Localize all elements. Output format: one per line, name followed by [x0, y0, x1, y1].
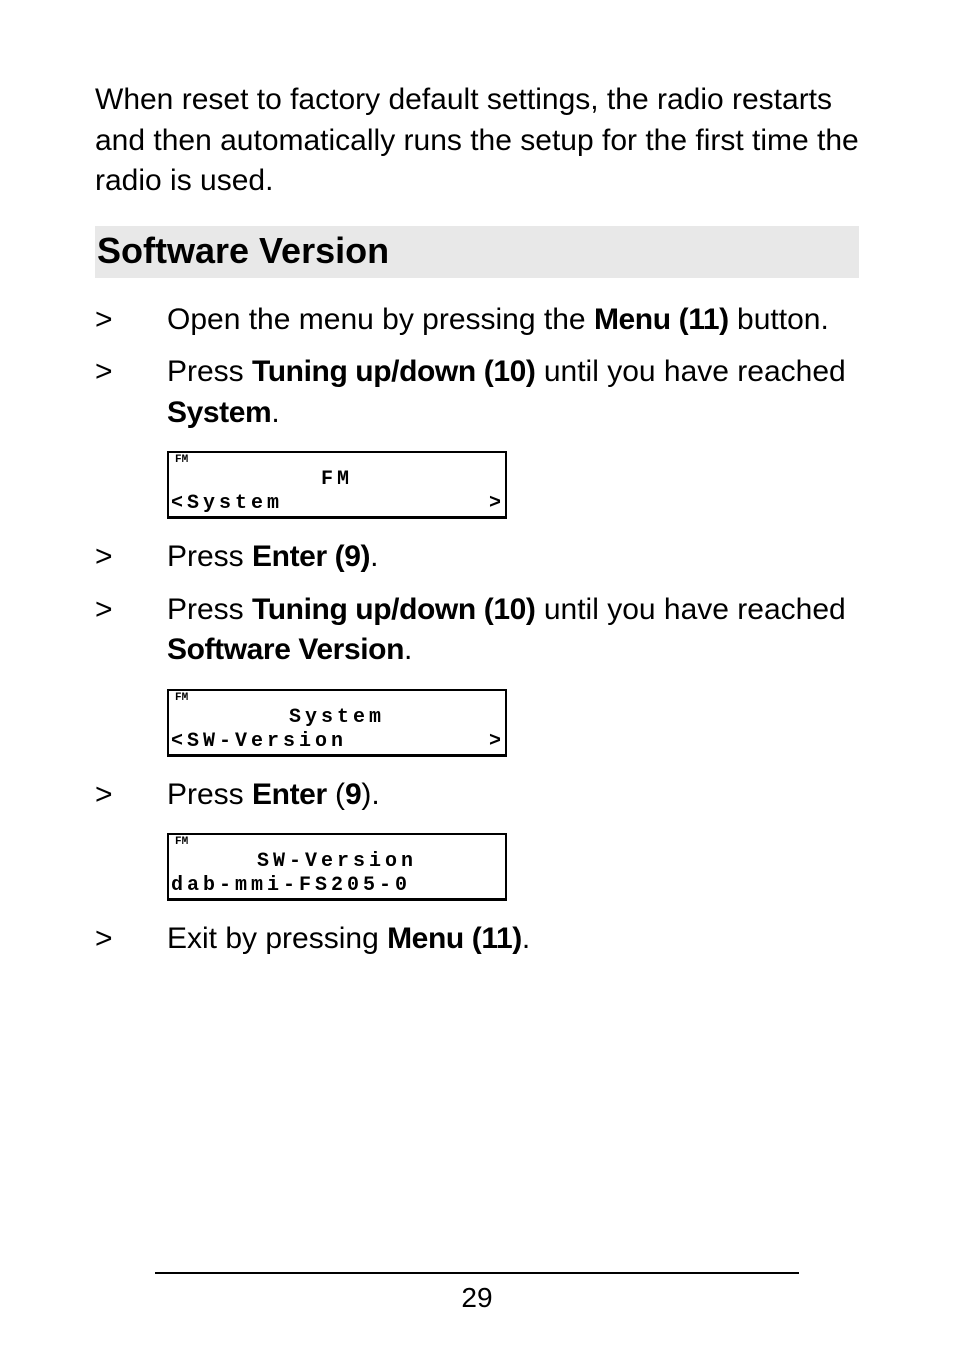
step-press-enter-2: > Press Enter (9). [95, 775, 859, 816]
text: Open the menu by pressing the [167, 303, 594, 336]
text: . [404, 633, 412, 666]
step-marker: > [95, 300, 167, 341]
tuning-button-ref: Tuning up/down (10) [252, 355, 535, 388]
step-tuning-sw-version: > Press Tuning up/down (10) until you ha… [95, 590, 859, 671]
text: . [271, 396, 279, 429]
lcd-display-3: FM SW-Version dab-mmi-FS205-0 [95, 833, 859, 901]
lcd-bottom-right: > [489, 730, 501, 754]
lcd-center-text: FM [175, 468, 499, 492]
text: . [522, 922, 530, 955]
step-body: Press Enter (9). [167, 537, 859, 578]
tuning-button-ref: Tuning up/down (10) [252, 593, 535, 626]
step-marker: > [95, 919, 167, 960]
text: button. [729, 303, 829, 336]
step-exit: > Exit by pressing Menu (11). [95, 919, 859, 960]
step-body: Exit by pressing Menu (11). [167, 919, 859, 960]
lcd-center-text: SW-Version [175, 850, 499, 874]
lcd-mode-indicator: FM [175, 837, 499, 848]
system-ref: System [167, 396, 271, 429]
intro-paragraph: When reset to factory default settings, … [95, 80, 859, 202]
lcd-display-2: FM System <SW-Version > [95, 689, 859, 757]
software-version-ref: Software Version [167, 633, 404, 666]
step-body: Open the menu by pressing the Menu (11) … [167, 300, 859, 341]
step-marker: > [95, 352, 167, 433]
text: ). [361, 778, 379, 811]
lcd-screen: FM System <SW-Version > [167, 689, 507, 757]
lcd-mode-indicator: FM [175, 455, 499, 466]
footer-rule [155, 1272, 799, 1274]
text: Exit by pressing [167, 922, 387, 955]
lcd-bottom-row: <SW-Version > [169, 730, 505, 755]
text: Press [167, 355, 252, 388]
lcd-screen: FM SW-Version dab-mmi-FS205-0 [167, 833, 507, 901]
lcd-bottom-right: > [489, 492, 501, 516]
text: Press [167, 593, 252, 626]
text: . [370, 540, 378, 573]
text: until you have reached [535, 593, 845, 626]
text: Press [167, 540, 252, 573]
step-marker: > [95, 775, 167, 816]
lcd-bottom-row: dab-mmi-FS205-0 [169, 874, 505, 899]
section-heading: Software Version [95, 226, 859, 278]
menu-button-ref: Menu (11) [594, 303, 729, 336]
step-press-enter-1: > Press Enter (9). [95, 537, 859, 578]
step-body: Press Tuning up/down (10) until you have… [167, 590, 859, 671]
step-tuning-system: > Press Tuning up/down (10) until you ha… [95, 352, 859, 433]
step-open-menu: > Open the menu by pressing the Menu (11… [95, 300, 859, 341]
menu-button-ref: Menu (11) [387, 922, 522, 955]
lcd-mode-indicator: FM [175, 693, 499, 704]
enter-button-ref: Enter [252, 778, 327, 811]
text: Press [167, 778, 252, 811]
lcd-center-text: System [175, 706, 499, 730]
lcd-bottom-left: <System [171, 492, 283, 516]
step-body: Press Enter (9). [167, 775, 859, 816]
lcd-bottom-row: <System > [169, 492, 505, 517]
lcd-screen: FM FM <System > [167, 451, 507, 519]
lcd-display-1: FM FM <System > [95, 451, 859, 519]
step-body: Press Tuning up/down (10) until you have… [167, 352, 859, 433]
text: ( [327, 778, 345, 811]
page-number: 29 [95, 1282, 859, 1314]
step-marker: > [95, 590, 167, 671]
nine-ref: 9 [345, 778, 361, 811]
enter-button-ref: Enter (9) [252, 540, 370, 573]
lcd-bottom-left: dab-mmi-FS205-0 [171, 874, 411, 898]
step-marker: > [95, 537, 167, 578]
lcd-bottom-left: <SW-Version [171, 730, 347, 754]
page-footer: 29 [95, 1272, 859, 1314]
text: until you have reached [535, 355, 845, 388]
